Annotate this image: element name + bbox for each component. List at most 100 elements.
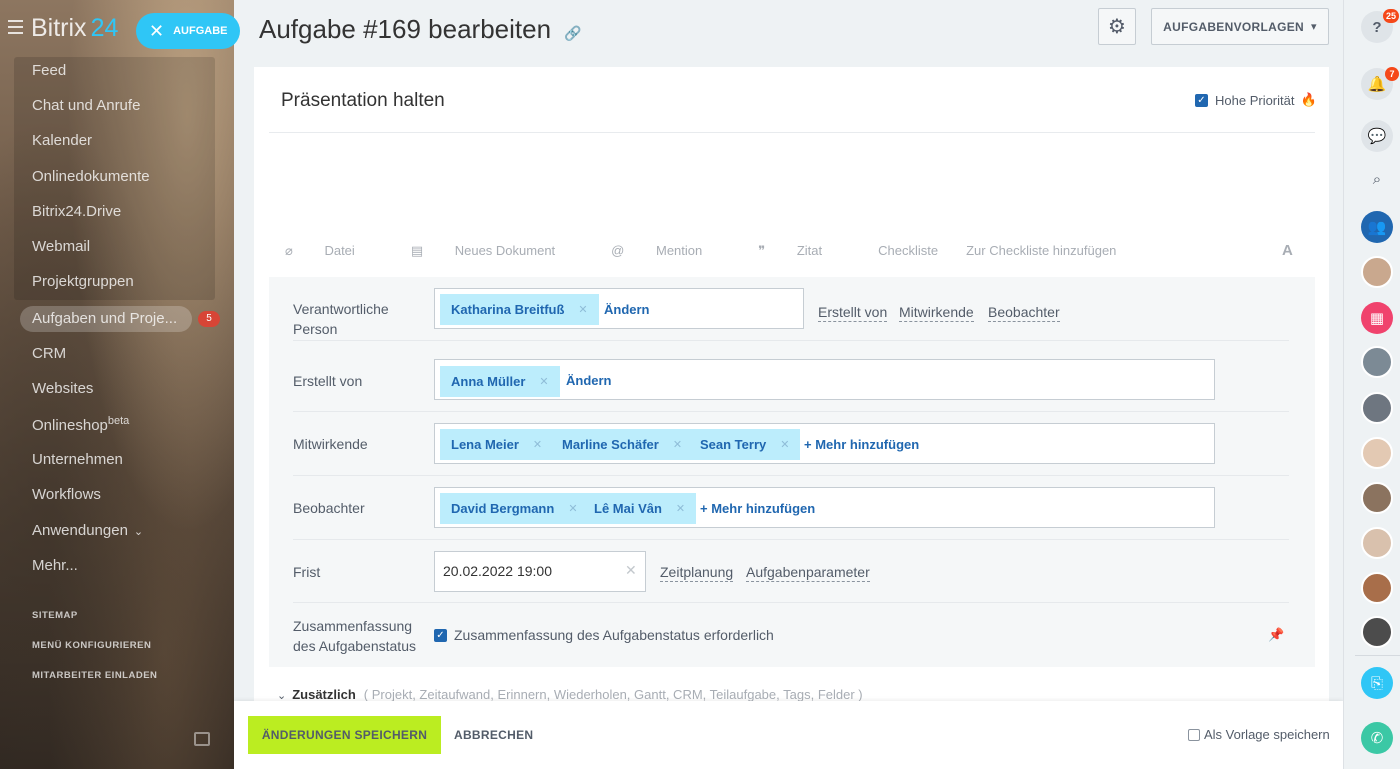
link-icon[interactable]: 🔗 — [564, 25, 581, 42]
sidebar-item-calendar[interactable]: Kalender — [32, 132, 92, 149]
sidebar-item-crm[interactable]: CRM — [32, 345, 66, 362]
sidebar-item-company[interactable]: Unternehmen — [32, 451, 123, 468]
summary-required-checkbox[interactable]: ✓ Zusammenfassung des Aufgabenstatus erf… — [434, 627, 774, 643]
divider — [1355, 655, 1400, 656]
chevron-down-icon: ⌄ — [133, 526, 144, 538]
remove-icon[interactable]: ✕ — [780, 438, 789, 451]
gear-icon: ⚙ — [1108, 16, 1126, 38]
clear-icon[interactable]: ✕ — [625, 562, 637, 579]
responsible-tag[interactable]: Katharina Breitfuß ✕ — [440, 294, 599, 325]
editor-toolbar: ⌀ Datei ▤ Neues Dokument @ Mention ❞ Zit… — [285, 243, 1144, 259]
avatar[interactable] — [1361, 392, 1393, 424]
high-priority-checkbox[interactable]: ✓ Hohe Priorität 🔥 — [1195, 92, 1317, 108]
sidebar-item-docs[interactable]: Onlinedokumente — [32, 168, 150, 185]
participant-tag[interactable]: Marline Schäfer ✕ — [551, 429, 694, 460]
participant-tag[interactable]: Lena Meier ✕ — [440, 429, 554, 460]
avatar[interactable] — [1361, 256, 1393, 288]
creator-toggle-link[interactable]: Erstellt von — [818, 304, 888, 322]
save-as-template-checkbox[interactable]: Als Vorlage speichern — [1188, 727, 1330, 742]
avatar[interactable] — [1361, 616, 1393, 648]
task-templates-button[interactable]: AUFGABENVORLAGEN ▾ — [1151, 8, 1329, 45]
fire-icon: 🔥 — [1300, 92, 1317, 107]
font-format-button[interactable]: A — [1282, 242, 1293, 259]
screen-share-icon[interactable]: ⎘ — [1361, 667, 1393, 699]
remove-icon[interactable]: ✕ — [568, 502, 577, 515]
templates-label: AUFGABENVORLAGEN — [1163, 19, 1304, 34]
sidebar-item-feed[interactable]: Feed — [32, 62, 66, 79]
avatar[interactable] — [1361, 482, 1393, 514]
sidebar-item-onlineshop[interactable]: Onlineshopbeta — [32, 415, 129, 434]
time-planning-link[interactable]: Zeitplanung — [660, 564, 734, 582]
settings-button[interactable]: ⚙ — [1098, 8, 1136, 45]
checklist-button[interactable]: Checkliste — [878, 243, 938, 259]
creator-tag[interactable]: Anna Müller ✕ — [440, 366, 560, 397]
remove-icon[interactable]: ✕ — [578, 303, 587, 316]
remove-icon[interactable]: ✕ — [533, 438, 542, 451]
quote-label: Zitat — [796, 243, 823, 258]
change-responsible-link[interactable]: Ändern — [604, 302, 650, 317]
help-badge: 25 — [1383, 9, 1400, 23]
notifications-badge: 7 — [1385, 67, 1399, 81]
search-icon[interactable]: ⌕ — [1361, 163, 1393, 195]
cancel-button[interactable]: ABBRECHEN — [454, 728, 533, 742]
chat-icon[interactable]: 💬 — [1361, 120, 1393, 152]
checkbox-icon[interactable] — [1188, 728, 1200, 741]
avatar[interactable] — [1361, 346, 1393, 378]
group-chat-icon[interactable]: 👥 — [1361, 211, 1393, 243]
pin-icon[interactable]: 📌 — [1268, 627, 1284, 643]
sidebar-item-webmail[interactable]: Webmail — [32, 238, 90, 255]
remove-icon[interactable]: ✕ — [539, 375, 548, 388]
sidebar-item-workflows[interactable]: Workflows — [32, 486, 101, 503]
quote-button[interactable]: ❞ Zitat — [758, 243, 850, 259]
participants-toggle-link[interactable]: Mitwirkende — [899, 304, 974, 322]
file-button[interactable]: ⌀ Datei — [285, 243, 383, 259]
participant-tag[interactable]: Sean Terry ✕ — [689, 429, 801, 460]
invite-employees-link[interactable]: MITARBEITER EINLADEN — [32, 670, 157, 681]
save-template-label: Als Vorlage speichern — [1204, 727, 1330, 742]
configure-menu-link[interactable]: MENÜ KONFIGURIEREN — [32, 640, 151, 651]
close-icon: ✕ — [149, 20, 165, 41]
mention-button[interactable]: @ Mention — [611, 243, 730, 259]
calendar-icon[interactable]: ▦ — [1361, 302, 1393, 334]
new-document-button[interactable]: ▤ Neues Dokument — [411, 243, 583, 259]
add-to-checklist-button[interactable]: Zur Checkliste hinzufügen — [966, 243, 1116, 259]
beta-label: beta — [107, 415, 130, 427]
observers-toggle-link[interactable]: Beobachter — [988, 304, 1060, 322]
task-button-label: AUFGABE — [173, 25, 228, 37]
task-parameters-link[interactable]: Aufgabenparameter — [746, 564, 870, 582]
additional-section-toggle[interactable]: ⌄ Zusätzlich( Projekt, Zeitaufwand, Erinn… — [277, 687, 863, 702]
sidebar-item-websites[interactable]: Websites — [32, 380, 93, 397]
add-participant-link[interactable]: + Mehr hinzufügen — [804, 437, 919, 452]
brand-logo[interactable]: Bitrix 24 — [31, 14, 118, 43]
sitemap-link[interactable]: SITEMAP — [32, 610, 78, 621]
checkbox-checked-icon[interactable]: ✓ — [1195, 93, 1208, 107]
checkbox-checked-icon[interactable]: ✓ — [434, 628, 447, 642]
avatar[interactable] — [1361, 527, 1393, 559]
avatar[interactable] — [1361, 437, 1393, 469]
printer-icon[interactable] — [194, 732, 210, 746]
sidebar-item-chat[interactable]: Chat und Anrufe — [32, 97, 140, 114]
menu-burger-icon[interactable] — [8, 20, 23, 34]
save-changes-button[interactable]: ÄNDERUNGEN SPEICHERN — [248, 716, 441, 754]
onlineshop-label: Onlineshop — [32, 417, 108, 434]
phone-icon[interactable]: ✆ — [1361, 722, 1393, 754]
avatar[interactable] — [1361, 572, 1393, 604]
observer-tag[interactable]: David Bergmann ✕ — [440, 493, 589, 524]
apps-label: Anwendungen — [32, 522, 128, 539]
remove-icon[interactable]: ✕ — [676, 502, 685, 515]
sidebar-item-more[interactable]: Mehr... — [32, 557, 78, 574]
observer-tag[interactable]: Lê Mai Vân ✕ — [583, 493, 697, 524]
add-observer-link[interactable]: + Mehr hinzufügen — [700, 501, 815, 516]
sidebar-item-tasks[interactable]: Aufgaben und Proje... — [32, 310, 177, 327]
remove-icon[interactable]: ✕ — [673, 438, 682, 451]
sidebar-item-apps[interactable]: Anwendungen ⌄ — [32, 522, 143, 539]
sidebar-item-groups[interactable]: Projektgruppen — [32, 273, 134, 290]
mention-label: Mention — [655, 243, 703, 258]
close-task-button[interactable]: ✕ AUFGABE — [136, 13, 240, 49]
sidebar-item-drive[interactable]: Bitrix24.Drive — [32, 203, 121, 220]
change-creator-link[interactable]: Ändern — [566, 373, 612, 388]
right-sidebar — [1343, 0, 1400, 769]
task-title-input[interactable]: Präsentation halten — [281, 90, 445, 112]
brand-number: 24 — [90, 14, 119, 42]
tag-name: Sean Terry — [700, 437, 767, 452]
